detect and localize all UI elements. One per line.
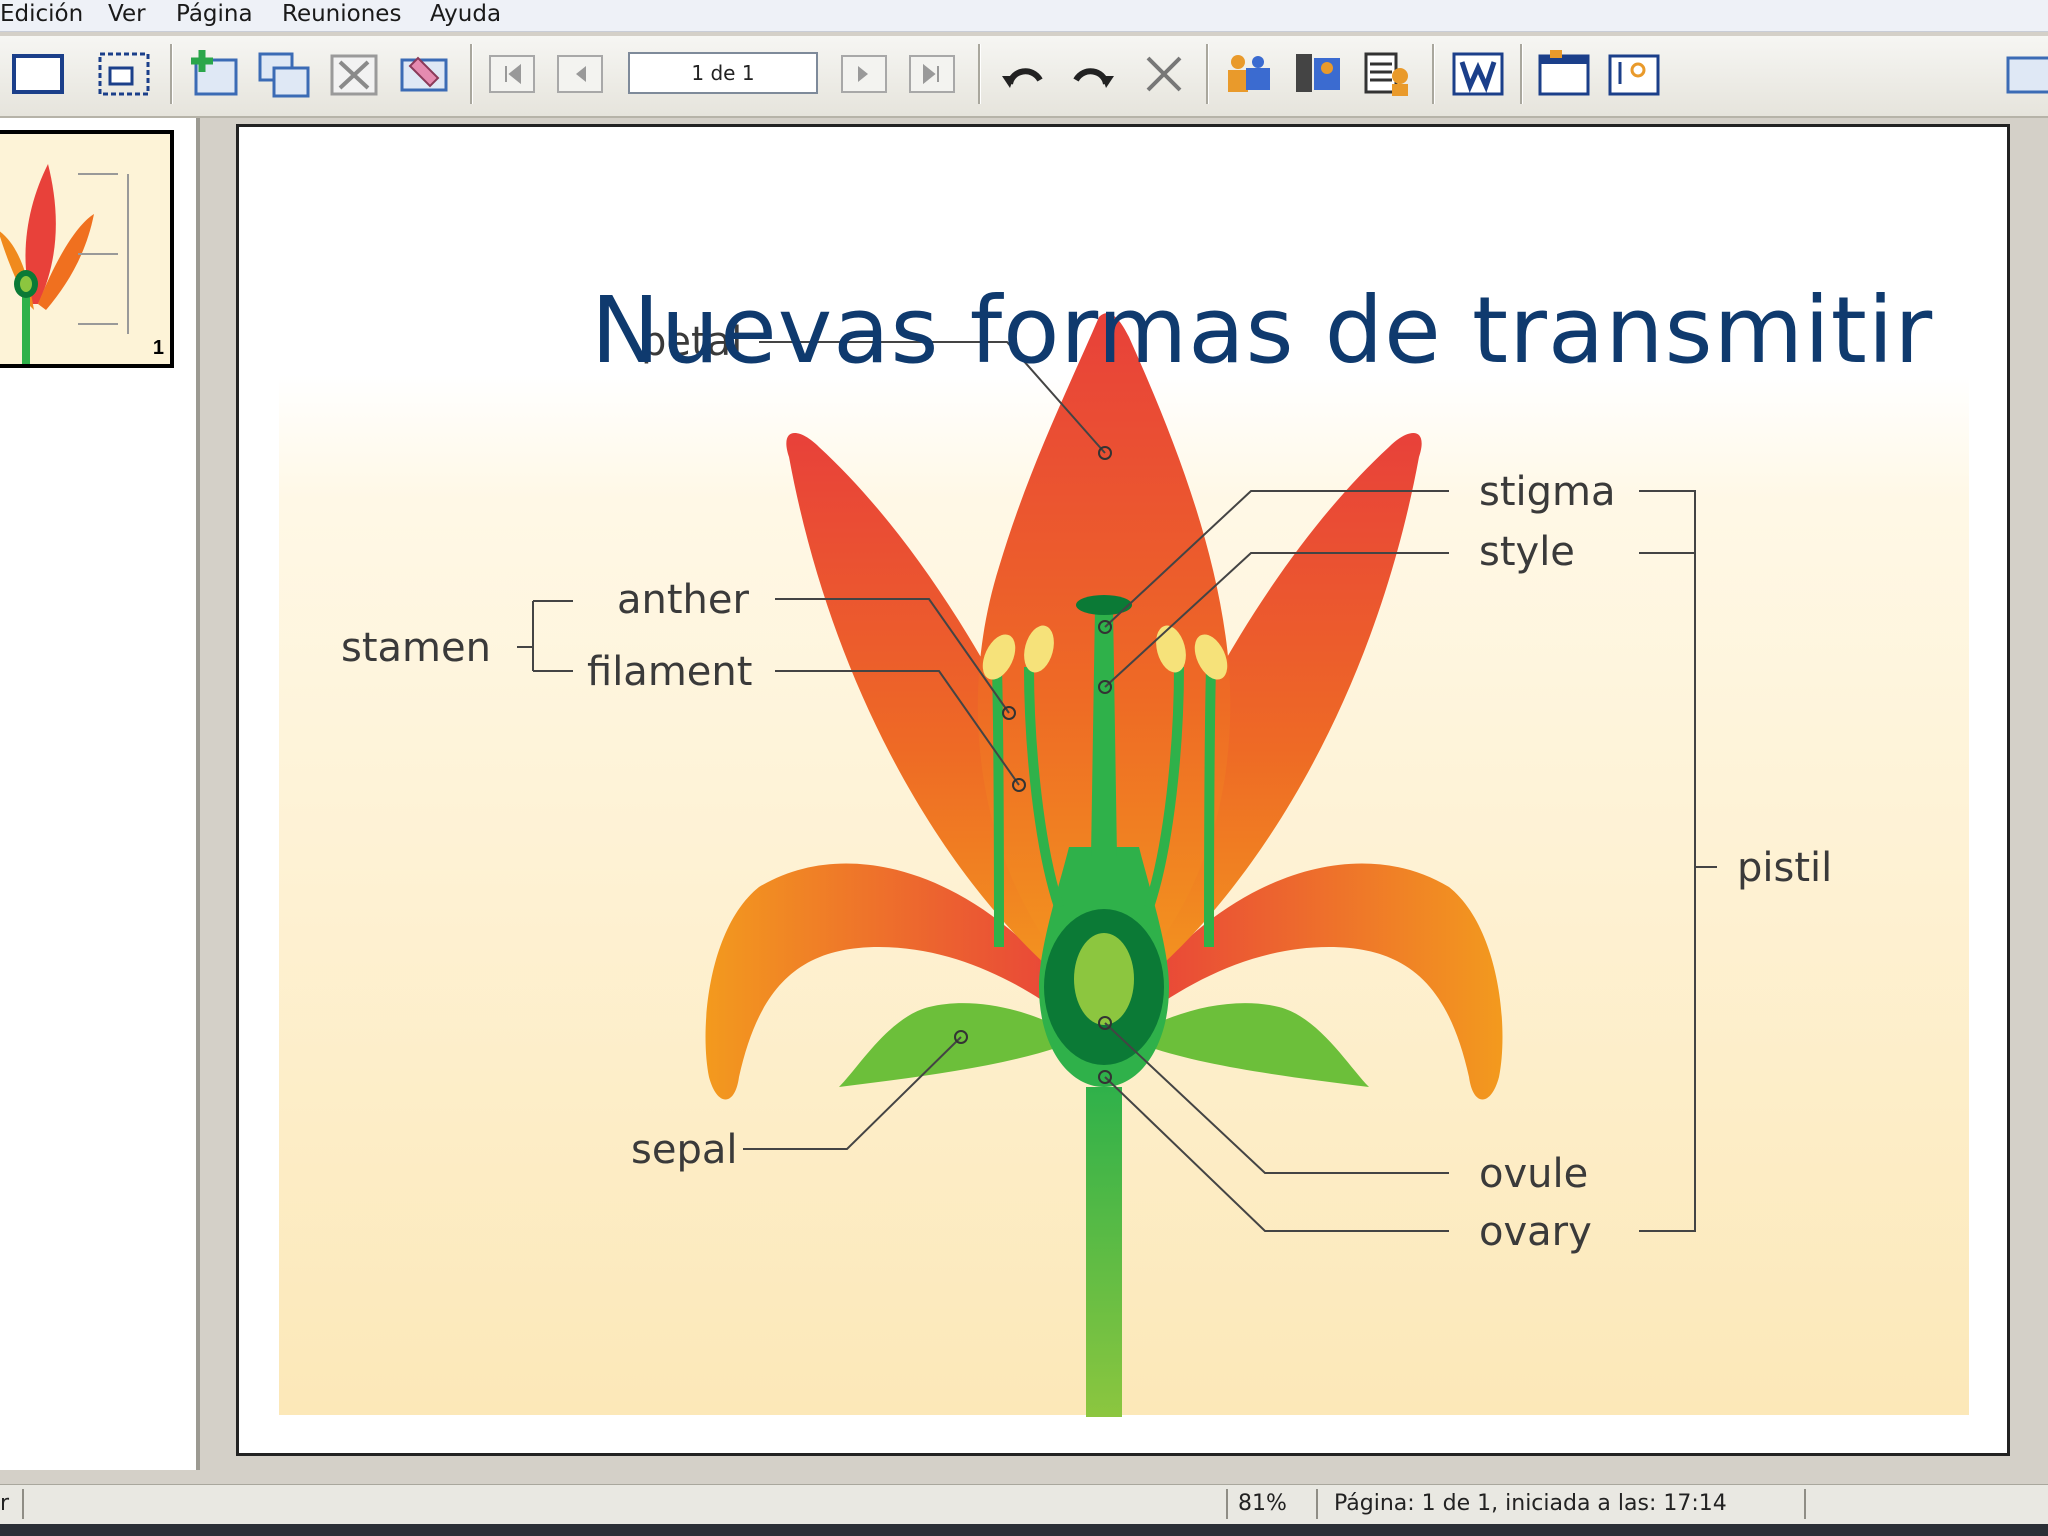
add-page-icon[interactable]: [186, 46, 242, 102]
slide-page: petal stamen anther filament stigma styl…: [236, 124, 2010, 1456]
extra-icon[interactable]: [2004, 46, 2048, 102]
last-page-icon[interactable]: [904, 46, 960, 102]
thumbnail-page-number: 1: [152, 337, 164, 359]
label-ovule: ovule: [1479, 1151, 1588, 1197]
toolbar: [0, 36, 2048, 118]
menu-edicion[interactable]: Edición: [0, 0, 83, 30]
thumbnail-pane: 1: [0, 118, 200, 1470]
share-icon[interactable]: [1220, 46, 1276, 102]
menu-pagina[interactable]: Página: [176, 0, 253, 30]
slide-viewport: petal stamen anther filament stigma styl…: [200, 118, 2048, 1470]
menu-bar: Edición Ver Página Reuniones Ayuda: [0, 0, 2048, 32]
word-export-icon[interactable]: [1450, 46, 1506, 102]
window-icon[interactable]: [1536, 46, 1592, 102]
page-thumbnail[interactable]: 1: [0, 130, 174, 368]
status-bar: r 81% Página: 1 de 1, iniciada a las: 17…: [0, 1484, 2048, 1525]
ovule: [1074, 933, 1134, 1025]
menu-reuniones[interactable]: Reuniones: [282, 0, 401, 30]
screen-capture-icon[interactable]: [1606, 46, 1662, 102]
toolbar-separator: [978, 44, 981, 104]
slide-title: Nuevas formas de transmitir: [591, 277, 1934, 384]
clear-icon[interactable]: [1136, 46, 1192, 102]
status-left-text: r: [0, 1491, 10, 1516]
menu-ayuda[interactable]: Ayuda: [430, 0, 501, 30]
style: [1091, 607, 1117, 857]
meeting-icon[interactable]: [1360, 46, 1416, 102]
label-ovary: ovary: [1479, 1209, 1592, 1255]
status-separator: [1226, 1489, 1228, 1519]
thumbnail-flower-icon: [0, 134, 170, 364]
page-number-input[interactable]: [628, 52, 818, 94]
undo-icon[interactable]: [996, 46, 1052, 102]
toolbar-separator: [1520, 44, 1523, 104]
label-stamen: stamen: [341, 625, 491, 671]
toolbar-separator: [1432, 44, 1435, 104]
label-style: style: [1479, 529, 1575, 575]
menu-ver[interactable]: Ver: [108, 0, 146, 30]
filament-4: [1204, 666, 1216, 948]
taskbar: [0, 1524, 2048, 1536]
toolbar-separator: [470, 44, 473, 104]
eraser-icon[interactable]: [396, 46, 452, 102]
label-sepal: sepal: [631, 1127, 737, 1173]
label-anther: anther: [617, 577, 750, 623]
toolbar-separator: [1206, 44, 1209, 104]
stem: [1086, 1087, 1122, 1417]
label-pistil: pistil: [1737, 845, 1832, 891]
status-page-info: Página: 1 de 1, iniciada a las: 17:14: [1334, 1491, 1727, 1516]
status-separator: [1316, 1489, 1318, 1519]
full-screen-icon[interactable]: [10, 46, 66, 102]
status-separator: [22, 1489, 24, 1519]
first-page-icon[interactable]: [484, 46, 540, 102]
status-zoom: 81%: [1238, 1491, 1287, 1516]
filament-1: [992, 666, 1004, 948]
redo-icon[interactable]: [1064, 46, 1120, 102]
toolbar-separator: [170, 44, 173, 104]
label-stigma: stigma: [1479, 469, 1616, 515]
people-icon[interactable]: [1290, 46, 1346, 102]
fit-page-icon[interactable]: [96, 46, 152, 102]
copy-page-icon[interactable]: [256, 46, 312, 102]
delete-page-icon[interactable]: [326, 46, 382, 102]
label-filament: filament: [587, 649, 752, 695]
previous-page-icon[interactable]: [552, 46, 608, 102]
next-page-icon[interactable]: [836, 46, 892, 102]
stigma: [1076, 595, 1132, 615]
status-separator: [1804, 1489, 1806, 1519]
